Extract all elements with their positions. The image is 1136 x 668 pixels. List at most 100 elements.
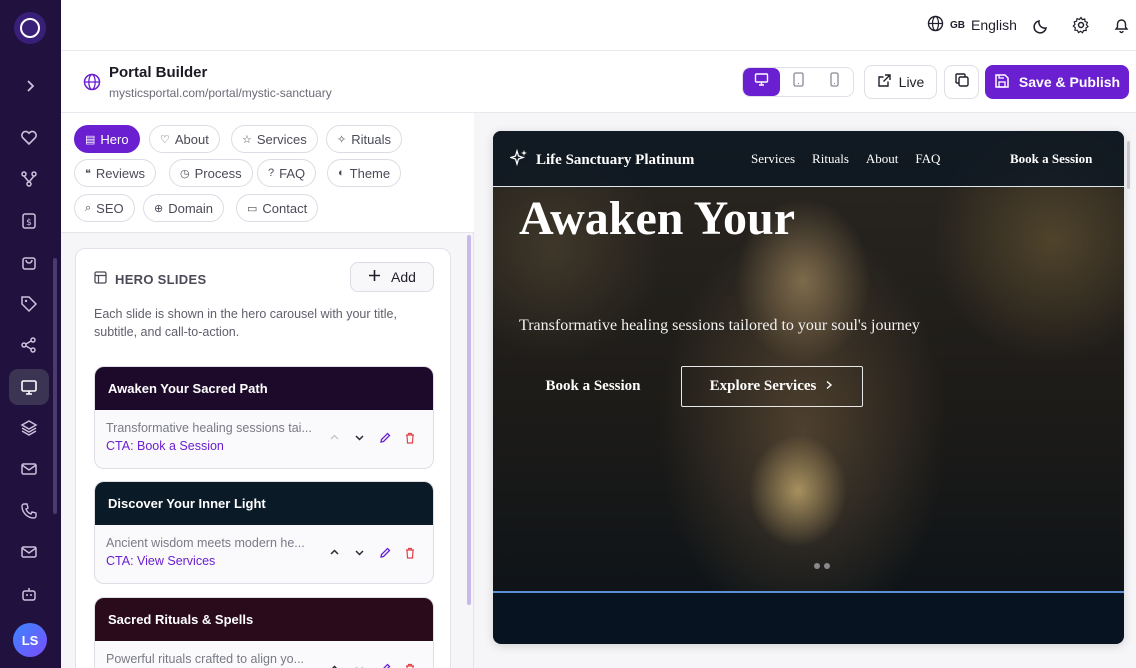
tablet-view-button[interactable] (780, 68, 817, 96)
bot-icon[interactable] (9, 576, 49, 612)
avatar[interactable]: LS (13, 623, 47, 657)
pencil-icon[interactable] (377, 661, 392, 668)
tab-domain[interactable]: ⊕ Domain (143, 194, 225, 222)
preview-explore-label: Explore Services (709, 378, 817, 394)
rail-scroll-thumb[interactable] (53, 258, 57, 514)
tab-contact[interactable]: ▭ Contact (236, 194, 319, 222)
slide-title: Awaken Your Sacred Path (95, 367, 433, 410)
slide-card[interactable]: Sacred Rituals & Spells Powerful rituals… (94, 597, 434, 668)
tab-label: SEO (96, 200, 124, 216)
bell-icon[interactable] (1111, 15, 1131, 35)
shopping-bag-icon[interactable] (9, 244, 49, 280)
mail-icon[interactable] (9, 534, 49, 570)
external-link-icon (877, 73, 892, 91)
desktop-view-button[interactable] (743, 68, 780, 96)
language-selector[interactable]: GB English (927, 14, 1017, 36)
hero-slides-heading: HERO SLIDES (94, 271, 206, 287)
tab-hero[interactable]: ▤ Hero (74, 125, 140, 153)
globe-icon (83, 73, 101, 91)
heart-icon[interactable] (9, 120, 49, 156)
duplicate-button[interactable] (944, 65, 979, 99)
save-publish-button[interactable]: Save & Publish (985, 65, 1129, 99)
sparkles-icon: ✧ (337, 133, 347, 146)
trash-icon[interactable] (402, 430, 417, 445)
quote-icon: ❝ (85, 167, 91, 180)
chevron-up-icon[interactable] (327, 430, 342, 445)
tab-reviews[interactable]: ❝ Reviews (74, 159, 157, 187)
preview-brand[interactable]: Life Sanctuary Platinum (508, 148, 694, 172)
slide-title: Sacred Rituals & Spells (95, 598, 433, 641)
add-label: Add (391, 269, 416, 285)
pencil-icon[interactable] (377, 545, 392, 560)
layers-icon[interactable] (9, 410, 49, 446)
globe-icon (927, 15, 944, 35)
tab-label: Process (194, 165, 242, 181)
tab-label: Contact (262, 200, 308, 216)
mobile-view-button[interactable] (816, 68, 853, 96)
chevron-down-icon[interactable] (352, 545, 367, 560)
tab-theme[interactable]: ◐ Theme (327, 159, 402, 187)
tab-about[interactable]: ♡ About (149, 125, 220, 153)
monitor-icon[interactable] (9, 369, 49, 405)
clock-icon: ◷ (180, 167, 190, 180)
hero-slides-description: Each slide is shown in the hero carousel… (94, 307, 397, 339)
preview-nav-services[interactable]: Services (751, 151, 795, 167)
slide-subtitle: Powerful rituals crafted to align yo... (106, 652, 305, 666)
tab-label: Theme (349, 165, 391, 181)
tab-faq[interactable]: ? FAQ (257, 159, 317, 187)
chevron-up-icon[interactable] (327, 545, 342, 560)
tab-services[interactable]: ☆ Services (231, 125, 318, 153)
chevron-right-icon[interactable] (18, 74, 42, 98)
network-icon[interactable] (9, 161, 49, 197)
tablet-icon (792, 72, 805, 92)
language-label: English (971, 17, 1017, 33)
editor-scrollbar[interactable] (467, 235, 471, 605)
brand-logo[interactable] (14, 12, 46, 44)
hero-divider (493, 591, 1124, 593)
tab-label: About (174, 131, 209, 147)
slide-subtitle: Ancient wisdom meets modern he... (106, 536, 305, 550)
hero-slides-title: HERO SLIDES (115, 271, 207, 287)
tab-rituals[interactable]: ✧ Rituals (326, 125, 402, 153)
tag-icon[interactable] (9, 286, 49, 322)
hero-slides-card: HERO SLIDES Add Each slide is shown in t… (75, 248, 451, 668)
mail-icon[interactable] (9, 451, 49, 487)
chevron-down-icon[interactable] (352, 661, 367, 668)
gear-icon[interactable] (1071, 15, 1091, 35)
editor-panel: ▤ Hero ♡ About ☆ Services ✧ Rituals ❝ Re… (61, 113, 474, 668)
section-tabs: ▤ Hero ♡ About ☆ Services ✧ Rituals ❝ Re… (61, 113, 474, 233)
slide-card[interactable]: Awaken Your Sacred Path Transformative h… (94, 366, 434, 469)
preview-nav-about[interactable]: About (866, 151, 899, 167)
tab-label: Hero (100, 131, 129, 147)
slide-title: Discover Your Inner Light (95, 482, 433, 525)
preview-nav-faq[interactable]: FAQ (915, 151, 940, 167)
chevron-down-icon[interactable] (352, 430, 367, 445)
phone-icon[interactable] (9, 493, 49, 529)
preview-scrollbar[interactable] (1127, 141, 1130, 189)
moon-icon[interactable] (1031, 15, 1051, 35)
language-flag: GB (950, 19, 965, 31)
slide-cta: CTA: View Services (106, 554, 216, 568)
globe-icon: ⊕ (154, 202, 164, 215)
device-toggle (742, 67, 854, 97)
trash-icon[interactable] (402, 545, 417, 560)
tab-seo[interactable]: ⌕ SEO (74, 194, 135, 222)
live-button[interactable]: Live (864, 65, 937, 99)
heart-icon: ♡ (160, 133, 170, 146)
save-publish-label: Save & Publish (1018, 74, 1121, 90)
chevron-up-icon[interactable] (327, 661, 342, 668)
site-preview: Life Sanctuary Platinum Services Rituals… (493, 131, 1124, 644)
carousel-dot[interactable] (824, 563, 830, 569)
slide-card[interactable]: Discover Your Inner Light Ancient wisdom… (94, 481, 434, 584)
preview-nav-book[interactable]: Book a Session (1010, 151, 1092, 167)
pencil-icon[interactable] (377, 430, 392, 445)
preview-nav-rituals[interactable]: Rituals (812, 151, 849, 167)
share-icon[interactable] (9, 327, 49, 363)
dollar-icon[interactable]: $ (9, 203, 49, 239)
carousel-dot[interactable] (814, 563, 820, 569)
preview-book-button[interactable]: Book a Session (519, 366, 667, 407)
add-slide-button[interactable]: Add (350, 262, 434, 292)
preview-explore-button[interactable]: Explore Services (681, 366, 863, 407)
tab-process[interactable]: ◷ Process (169, 159, 253, 187)
trash-icon[interactable] (402, 661, 417, 668)
